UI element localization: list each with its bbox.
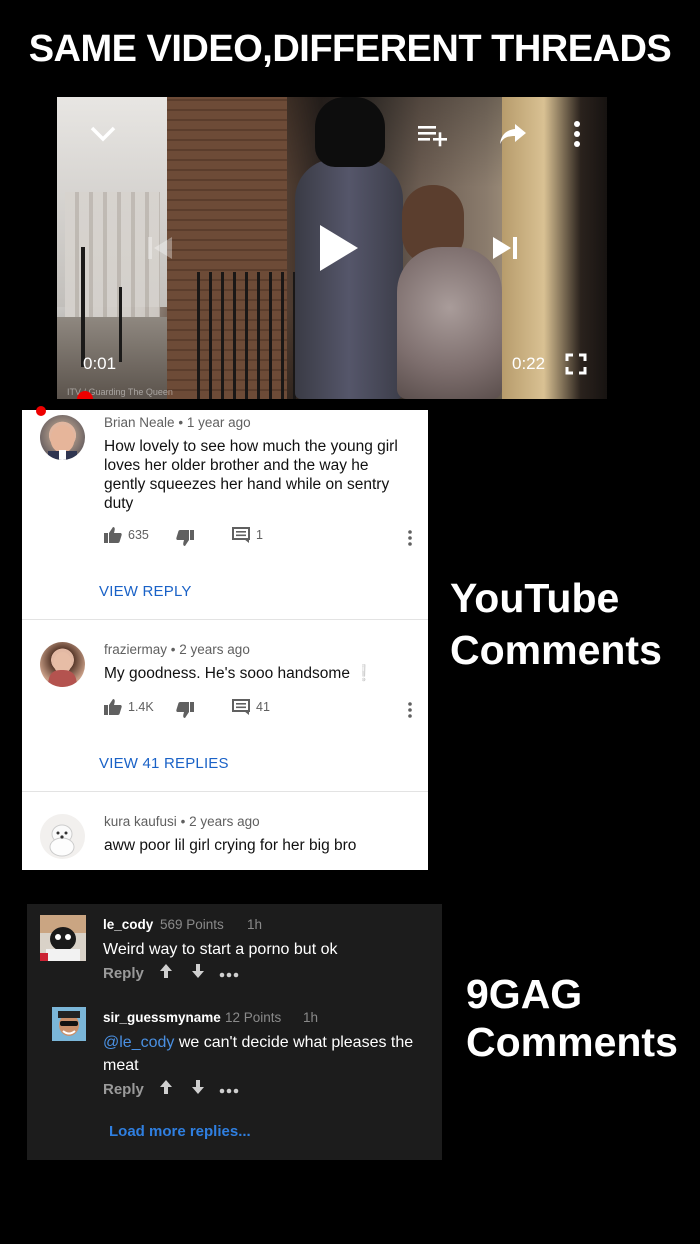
meme-title: SAME VIDEO,DIFFERENT THREADS [28,28,672,70]
reply-button[interactable]: Reply [103,965,144,982]
comment-actions: Reply [103,963,239,983]
comment: kura kaufusi • 2 years ago aww poor lil … [22,792,428,870]
exclamation-emoji: ❕ [354,665,374,682]
comment-username[interactable]: le_cody [103,917,153,932]
meta-separator: • [180,814,186,829]
comment-text: How lovely to see how much the young gir… [104,438,398,512]
like-button[interactable]: 635 [104,527,149,543]
more-vertical-icon[interactable] [565,117,589,151]
avatar[interactable] [40,915,86,961]
comment: fraziermay • 2 years ago My goodness. He… [22,620,428,792]
comment-age: 2 years ago [179,642,250,657]
avatar[interactable] [52,1007,86,1041]
comment-author[interactable]: Brian Neale [104,415,175,430]
comment-age: 1 year ago [186,415,251,430]
reply-button[interactable]: 1 [232,527,263,543]
video-frame-guard [295,159,403,399]
avatar[interactable] [40,415,85,460]
next-icon[interactable] [487,230,523,266]
ninegag-label-line1: 9GAG [466,971,583,1017]
meta-separator: • [178,415,184,430]
ninegag-label-line2: Comments [466,1019,678,1065]
thumbs-down-icon [176,530,194,546]
comment-actions: Reply [103,1079,239,1099]
downvote-icon[interactable] [191,1079,205,1099]
view-replies-link[interactable]: VIEW 41 REPLIES [99,755,229,772]
upvote-icon[interactable] [159,963,173,983]
comment-time: 1h [247,917,263,932]
comment-meta: kura kaufusi • 2 years ago [104,814,260,829]
more-vertical-icon[interactable] [408,702,412,718]
more-horizontal-icon[interactable] [219,965,239,982]
play-icon[interactable] [313,220,363,276]
chevron-down-icon[interactable] [85,119,121,149]
comment-icon [232,699,250,715]
video-frame-lamp [81,247,85,367]
comment-actions: 635 1 [104,527,424,547]
reply-count: 41 [256,700,270,714]
youtube-label-line2: Comments [450,627,662,673]
more-vertical-icon[interactable] [408,530,412,546]
avatar[interactable] [40,642,85,687]
upvote-icon[interactable] [159,1079,173,1099]
current-time: 0:01 [83,354,117,373]
ninegag-comments-panel: le_cody 569 Points 1h Weird way to start… [27,904,442,1160]
comment-actions: 1.4K 41 [104,699,424,719]
comment-points: 12 Points [225,1010,282,1025]
add-to-queue-icon[interactable] [415,121,451,149]
comment-username[interactable]: sir_guessmyname [103,1010,221,1025]
view-replies-link[interactable]: VIEW REPLY [99,583,192,600]
avatar[interactable] [40,814,85,859]
video-frame-girl [397,247,502,399]
youtube-comments-panel: Brian Neale • 1 year ago How lovely to s… [22,406,428,870]
ninegag-label: 9GAG Comments [466,970,678,1066]
comment-author[interactable]: fraziermay [104,642,167,657]
comment-author[interactable]: kura kaufusi [104,814,177,829]
like-count: 635 [128,528,149,542]
thumbs-down-icon [176,702,194,718]
comment-text: @le_cody we can't decide what pleases th… [103,1031,423,1077]
comment-points: 569 Points [160,917,224,932]
duration: 0:22 [512,354,546,373]
comment-text-body: My goodness. He's sooo handsome [104,665,350,682]
comment-meta: fraziermay • 2 years ago [104,642,250,657]
comment: Brian Neale • 1 year ago How lovely to s… [22,410,428,620]
meta-separator: • [170,642,176,657]
downvote-icon[interactable] [191,963,205,983]
previous-icon[interactable] [142,230,178,266]
youtube-label-line1: YouTube [450,575,620,621]
dislike-button[interactable] [176,530,194,546]
reply-button[interactable]: 41 [232,699,270,715]
comment-time: 1h [303,1010,319,1025]
comment-age: 2 years ago [189,814,260,829]
reply-button[interactable]: Reply [103,1081,144,1098]
user-mention-link[interactable]: @le_cody [103,1034,174,1051]
comment-text: My goodness. He's sooo handsome ❕ [104,664,414,683]
youtube-label: YouTube Comments [450,572,662,676]
comment-icon [232,527,250,543]
like-button[interactable]: 1.4K [104,699,154,715]
share-icon[interactable] [495,119,531,149]
comment-text: aww poor lil girl crying for her big bro [104,837,357,854]
like-count: 1.4K [128,700,154,714]
video-frame-bearskin-hat [315,97,385,167]
load-more-replies-link[interactable]: Load more replies... [109,1123,251,1140]
video-player[interactable]: 0:01 0:22 ITV / Guarding The Queen [57,97,607,399]
comment-meta: Brian Neale • 1 year ago [104,415,251,430]
thumbs-up-icon [104,527,122,543]
video-frame-lamp [119,287,122,362]
more-horizontal-icon[interactable] [219,1081,239,1098]
dislike-button[interactable] [176,702,194,718]
comment-text: Weird way to start a porno but ok [103,941,338,958]
thumbs-up-icon [104,699,122,715]
fullscreen-icon[interactable] [563,351,589,377]
reply-count: 1 [256,528,263,542]
